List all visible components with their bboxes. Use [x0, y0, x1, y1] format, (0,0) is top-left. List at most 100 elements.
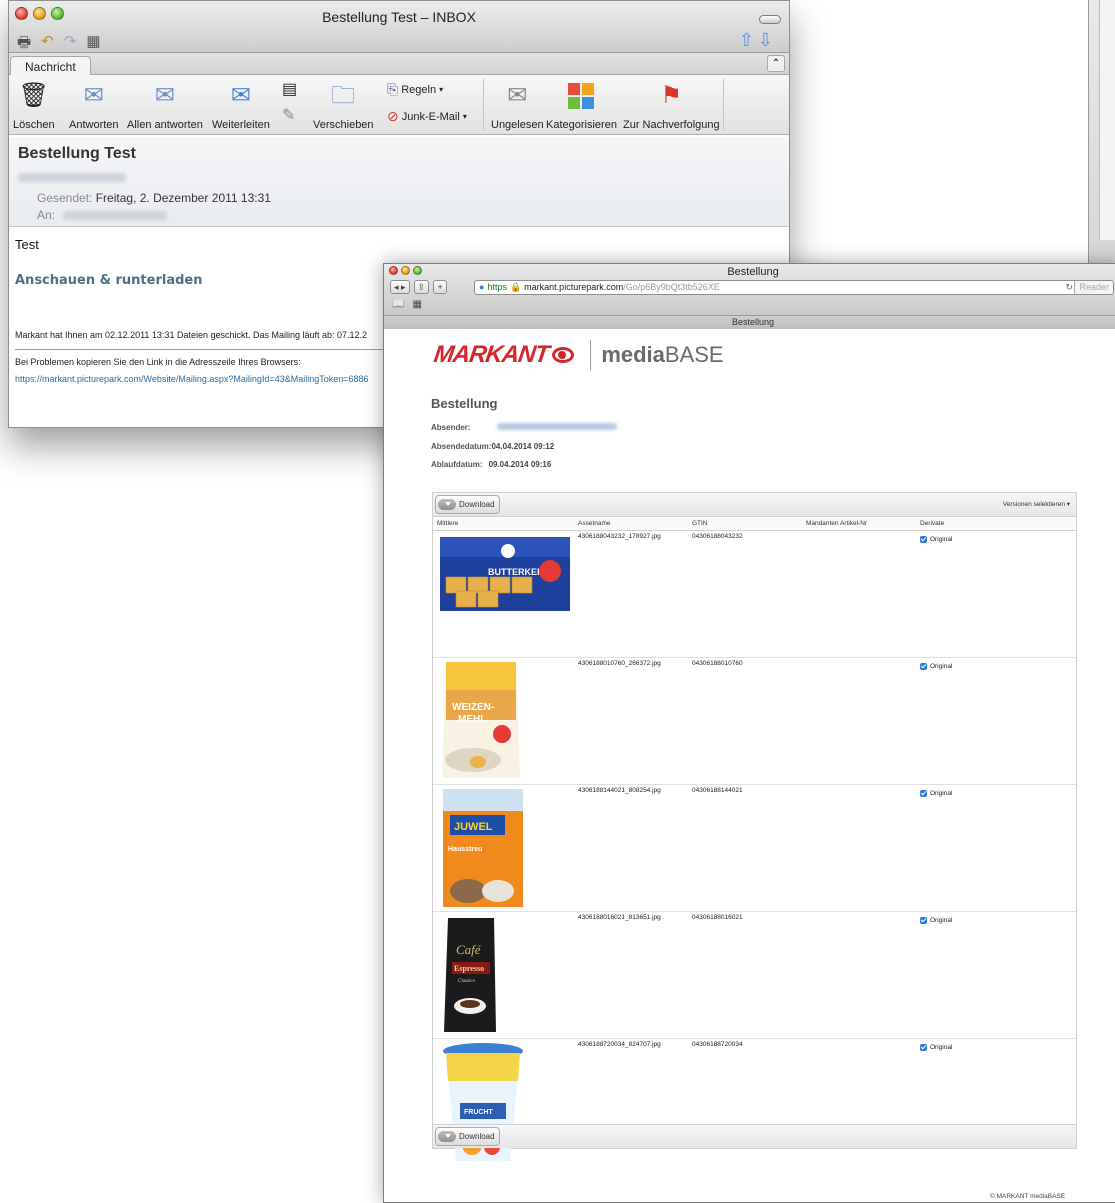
derivate-original-checkbox[interactable]: Original [920, 790, 952, 797]
reply-all-label: Allen antworten [127, 119, 203, 131]
download-icon [438, 1131, 456, 1142]
browser-window: Bestellung ◂ ▸ ⇪ + ● https 🔒 markant.pic… [383, 263, 1115, 1203]
col-derivate[interactable]: Derivate [920, 520, 944, 527]
attachment-icon[interactable]: ✎ [282, 105, 295, 125]
svg-text:Hausstreu: Hausstreu [448, 846, 482, 853]
message-subject: Bestellung Test [18, 145, 136, 162]
forward-label: Weiterleiten [212, 119, 270, 131]
delete-button[interactable]: 🗑 Löschen [13, 81, 55, 131]
col-mandanten-artikel-nr[interactable]: Mandanten Artikel-Nr [806, 520, 867, 527]
mailing-url-link[interactable]: https://markant.picturepark.com/Website/… [15, 374, 369, 384]
bookmarks-icon[interactable]: 📖 [392, 299, 404, 310]
share-icon[interactable]: ⇪ [413, 280, 430, 294]
message-nav-arrows: ⇧⇩ [739, 30, 777, 51]
asset-name[interactable]: 4306188720034_824707.jpg [578, 1041, 661, 1048]
gtin: 04306188016021 [692, 914, 743, 921]
chevron-down-icon: ▾ [462, 112, 467, 121]
reply-button[interactable]: ✉ Antworten [69, 81, 119, 131]
sent-value: Freitag, 2. Dezember 2011 13:31 [95, 191, 271, 205]
to-line: An: [37, 208, 168, 222]
derivate-original-checkbox[interactable]: Original [920, 536, 952, 543]
reader-button[interactable]: Reader [1074, 281, 1113, 294]
junk-button[interactable]: ⊘ Junk-E-Mail ▾ [387, 108, 467, 125]
logo-base: BASE [664, 342, 724, 367]
globe-icon: ● [479, 282, 485, 292]
derivate-original-checkbox[interactable]: Original [920, 1044, 952, 1051]
table-row: Café Espresso Classico 4306188016021_81365… [433, 912, 1076, 1039]
ribbon-divider [483, 79, 484, 131]
download-button-bottom[interactable]: Download [435, 1127, 500, 1146]
tab-bestellung[interactable]: Bestellung [384, 315, 1115, 329]
reply-all-icon: ✉ [154, 82, 175, 109]
mark-unread-button[interactable]: ✉ Ungelesen [491, 81, 544, 131]
expiry-row: Ablaufdatum: 09.04.2014 09:16 [431, 460, 551, 469]
to-label: An: [37, 208, 56, 222]
asset-name[interactable]: 4306188016021_813651.jpg [578, 914, 661, 921]
url-host: markant.picturepark.com [524, 282, 624, 292]
product-thumbnail-butterkeks[interactable]: BUTTERKEKS [438, 533, 573, 653]
footer-copyright: © MARKANT mediaBASE [990, 1193, 1066, 1200]
logo-eye-icon [552, 347, 575, 363]
view-download-link[interactable]: Anschauen & runterladen [15, 273, 202, 288]
toolbar-toggle-button[interactable] [759, 15, 781, 24]
junk-label: Junk-E-Mail [401, 110, 460, 123]
derivate-label: Original [930, 917, 953, 924]
body-text: Test [15, 237, 39, 252]
asset-name[interactable]: 4306188043232_178927.jpg [578, 533, 661, 540]
product-thumbnail-weizenmehl[interactable]: WEIZEN- MEHL [438, 660, 573, 780]
ribbon: 🗑 Löschen ✉ Antworten ✉ Allen antworten ✉ We… [9, 75, 789, 135]
forward-button[interactable]: ✉ Weiterleiten [212, 81, 270, 131]
top-sites-icon[interactable]: ▦ [412, 299, 421, 310]
next-message-icon[interactable]: ⇩ [758, 30, 777, 50]
tab-nachricht[interactable]: Nachricht [10, 56, 91, 76]
sender-email-redacted [496, 423, 617, 430]
reload-icon[interactable]: ↻ [1065, 281, 1073, 294]
col-gtin[interactable]: GTIN [692, 520, 708, 527]
rules-button[interactable]: ⎘ Regeln ▾ [387, 81, 443, 98]
col-mittlere[interactable]: Mittlere [437, 520, 458, 527]
logo-mediabase: mediaBASE [601, 342, 723, 368]
collapse-ribbon-button[interactable]: ⌃ [767, 55, 785, 72]
asset-name[interactable]: 4306188010760_266372.jpg [578, 660, 661, 667]
unread-envelope-icon: ✉ [507, 82, 528, 109]
message-header: Bestellung Test Gesendet: Freitag, 2. De… [9, 137, 789, 227]
rules-icon: ⎘ [387, 81, 399, 97]
previous-message-icon[interactable]: ⇧ [739, 30, 758, 50]
svg-text:WEIZEN-: WEIZEN- [452, 702, 494, 713]
add-bookmark-icon[interactable]: + [433, 280, 448, 294]
categorize-button[interactable]: Kategorisieren [546, 81, 617, 131]
asset-name[interactable]: 4306188144021_808254.jpg [578, 787, 661, 794]
derivate-label: Original [930, 790, 953, 797]
delete-label: Löschen [13, 119, 55, 131]
product-thumbnail-espresso[interactable]: Café Espresso Classico [438, 914, 573, 1034]
derivate-original-checkbox[interactable]: Original [920, 663, 952, 670]
background-window-edge [1088, 0, 1115, 270]
address-bar[interactable]: ● https 🔒 markant.picturepark.com/Go/p6B… [474, 280, 1114, 295]
download-label: Download [459, 1132, 495, 1141]
scrollbar[interactable] [1099, 0, 1115, 240]
reply-all-button[interactable]: ✉ Allen antworten [127, 81, 203, 131]
svg-text:FRUCHT: FRUCHT [464, 1109, 493, 1116]
send-date-label: Absendedatum: [431, 442, 492, 451]
product-thumbnail-juwel-hausstreu[interactable]: JUWEL Hausstreu [438, 787, 573, 907]
follow-up-label: Zur Nachverfolgung [623, 119, 720, 131]
svg-text:Espresso: Espresso [454, 964, 484, 973]
flag-icon: ⚑ [660, 82, 683, 109]
follow-up-button[interactable]: ⚑ Zur Nachverfolgung [623, 81, 720, 131]
asset-table-panel: Download Versionen selektieren ▾ Mittler… [432, 492, 1077, 1161]
table-footer-toolbar: Download [433, 1124, 1076, 1148]
back-button[interactable]: ◂ ▸ [390, 280, 410, 294]
url-scheme: https [487, 282, 507, 292]
reply-icon: ✉ [83, 82, 104, 109]
categories-icon [546, 81, 617, 111]
col-assetname[interactable]: Assetname [578, 520, 611, 527]
move-button[interactable]: 🗀 Verschieben [313, 81, 374, 131]
reply-label: Antworten [69, 119, 119, 131]
derivate-original-checkbox[interactable]: Original [920, 917, 952, 924]
download-button[interactable]: Download [435, 495, 500, 514]
meeting-icon[interactable]: ▤ [282, 79, 297, 99]
expiry-label: Ablaufdatum: [431, 460, 483, 469]
select-versions-dropdown[interactable]: Versionen selektieren ▾ [1003, 500, 1070, 508]
sender-label: Absender: [431, 423, 471, 432]
unread-label: Ungelesen [491, 119, 544, 131]
